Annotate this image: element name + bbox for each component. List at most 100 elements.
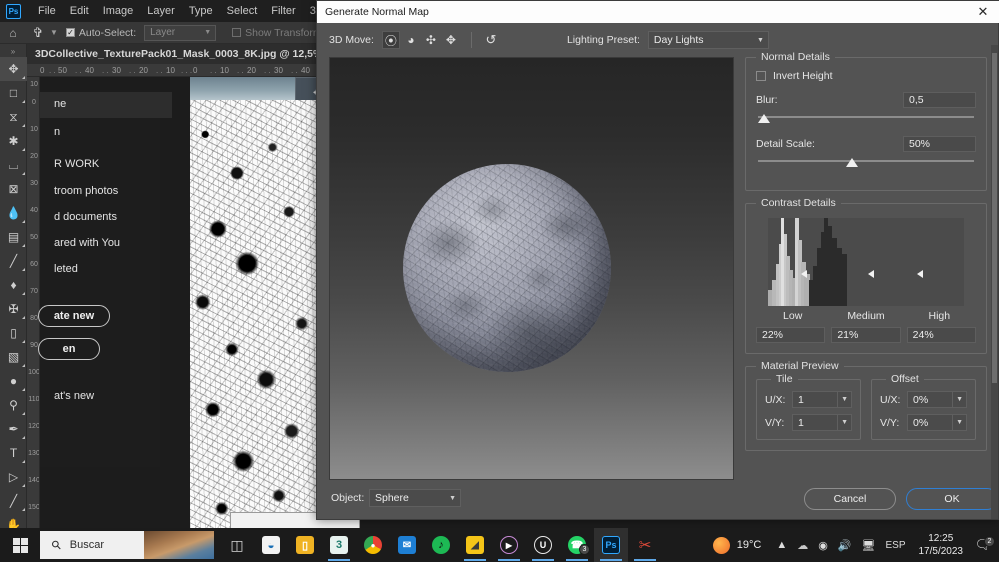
- ok-button[interactable]: OK: [906, 488, 998, 510]
- tool-gradient[interactable]: ▧: [0, 345, 27, 369]
- tool-eyedropper[interactable]: 💧: [0, 201, 27, 225]
- close-icon[interactable]: ✕: [966, 1, 999, 23]
- dialog-scrollbar-thumb[interactable]: [992, 53, 997, 383]
- layer-scope-select[interactable]: Layer ▼: [144, 25, 216, 41]
- normal-map-preview[interactable]: [329, 57, 734, 480]
- detail-scale-slider[interactable]: [756, 157, 976, 171]
- offset-ux-select[interactable]: 0% ▼: [907, 391, 967, 408]
- onedrive-icon[interactable]: ☁: [797, 539, 808, 552]
- notifications-button[interactable]: 🗨 2: [971, 537, 995, 553]
- notes-icon[interactable]: ◢: [458, 528, 492, 562]
- spotify-icon[interactable]: ♪: [424, 528, 458, 562]
- pan-3d-icon[interactable]: ✣: [422, 31, 440, 49]
- snipping-tool-icon[interactable]: ✂: [628, 528, 662, 562]
- home-item-6[interactable]: leted: [54, 263, 78, 275]
- home-item-7[interactable]: at's new: [54, 390, 94, 402]
- tool-eraser[interactable]: ▯: [0, 321, 27, 345]
- lighting-preset-select[interactable]: Day Lights ▼: [648, 31, 769, 49]
- show-transform-checkbox[interactable]: [232, 28, 241, 37]
- invert-height-row[interactable]: Invert Height: [756, 70, 976, 82]
- menu-item-filter[interactable]: Filter: [264, 0, 302, 22]
- tool-pen[interactable]: ✒: [0, 417, 27, 441]
- detail-scale-slider-thumb[interactable]: [846, 158, 858, 167]
- tool-blur[interactable]: ●: [0, 369, 27, 393]
- tool-type[interactable]: T: [0, 441, 27, 465]
- tool-brush[interactable]: ╱: [0, 249, 27, 273]
- offset-vy-select[interactable]: 0% ▼: [907, 414, 967, 431]
- menu-item-select[interactable]: Select: [220, 0, 265, 22]
- contrast-marker-medium[interactable]: [868, 270, 874, 278]
- chrome-icon[interactable]: ●: [356, 528, 390, 562]
- auto-select-checkbox[interactable]: ✓: [66, 28, 75, 37]
- menu-item-edit[interactable]: Edit: [63, 0, 96, 22]
- contrast-histogram[interactable]: [768, 218, 964, 306]
- blur-input[interactable]: 0,5: [903, 92, 976, 108]
- toolbar-collapse-icon[interactable]: »: [0, 46, 26, 57]
- task-view-icon[interactable]: ◫: [220, 528, 254, 562]
- tool-path-select[interactable]: ▷: [0, 465, 27, 489]
- slide-3d-icon[interactable]: ✥: [442, 31, 460, 49]
- object-select[interactable]: Sphere ▼: [369, 489, 461, 507]
- tile-vy-select[interactable]: 1 ▼: [792, 414, 852, 431]
- camera-icon[interactable]: ◉: [818, 539, 828, 552]
- home-item-1[interactable]: n: [54, 126, 60, 138]
- tool-dodge[interactable]: ⚲: [0, 393, 27, 417]
- create-new-button[interactable]: ate new: [38, 305, 110, 327]
- home-item-4[interactable]: d documents: [54, 211, 117, 223]
- language-indicator[interactable]: ESP: [885, 540, 905, 551]
- move-tool-icon[interactable]: ✞: [26, 25, 50, 41]
- tool-lasso[interactable]: ⧖: [0, 105, 27, 129]
- contrast-high-input[interactable]: 24%: [907, 327, 976, 343]
- reset-icon[interactable]: ↺: [481, 32, 501, 48]
- tool-clone-stamp[interactable]: ♦: [0, 273, 27, 297]
- orbit-3d-icon[interactable]: ⦿: [382, 31, 400, 49]
- contrast-marker-low[interactable]: [801, 270, 807, 278]
- home-item-0[interactable]: ne: [54, 98, 66, 110]
- menu-item-image[interactable]: Image: [96, 0, 141, 22]
- tool-shape[interactable]: ╱: [0, 489, 27, 513]
- tool-marquee[interactable]: □: [0, 81, 27, 105]
- home-icon[interactable]: ⌂: [0, 26, 26, 40]
- invert-height-checkbox[interactable]: [756, 71, 766, 81]
- roll-3d-icon[interactable]: ◕: [402, 31, 420, 49]
- chevron-up-icon[interactable]: ▲: [776, 539, 787, 551]
- tool-object-select[interactable]: ✱: [0, 129, 27, 153]
- whatsapp-icon[interactable]: ☎ 3: [560, 528, 594, 562]
- tool-crop[interactable]: ⌴: [0, 153, 27, 177]
- media-player-icon[interactable]: ▶: [492, 528, 526, 562]
- file-explorer-icon[interactable]: ▯: [288, 528, 322, 562]
- unreal-engine-icon[interactable]: U: [526, 528, 560, 562]
- tool-history-brush[interactable]: ✠: [0, 297, 27, 321]
- menu-item-type[interactable]: Type: [182, 0, 220, 22]
- home-item-5[interactable]: ared with You: [54, 237, 120, 249]
- menu-item-file[interactable]: File: [31, 0, 63, 22]
- tool-frame[interactable]: ⊠: [0, 177, 27, 201]
- cancel-button[interactable]: Cancel: [804, 488, 896, 510]
- contrast-medium-input[interactable]: 21%: [831, 327, 900, 343]
- network-icon[interactable]: 🖥: [862, 539, 876, 552]
- volume-icon[interactable]: 🔊: [838, 539, 852, 552]
- clock[interactable]: 12:25 17/5/2023: [919, 532, 964, 558]
- copilot-icon[interactable]: ◒: [254, 528, 288, 562]
- contrast-marker-high[interactable]: [917, 270, 923, 278]
- move-tool-chevron-icon[interactable]: ▼: [50, 28, 58, 37]
- weather-widget[interactable]: 19°C: [713, 537, 762, 554]
- contrast-low-input[interactable]: 22%: [756, 327, 825, 343]
- tool-move[interactable]: ✥: [0, 57, 27, 81]
- tile-ux-select[interactable]: 1 ▼: [792, 391, 852, 408]
- open-button[interactable]: en: [38, 338, 100, 360]
- menu-item-layer[interactable]: Layer: [140, 0, 182, 22]
- photoshop-icon[interactable]: Ps: [594, 528, 628, 562]
- 3ds-max-icon[interactable]: 3: [322, 528, 356, 562]
- weather-temperature: 19°C: [737, 539, 762, 551]
- blur-slider[interactable]: [756, 113, 976, 127]
- detail-scale-input[interactable]: 50%: [903, 136, 976, 152]
- search-input[interactable]: ⚲ Buscar: [40, 531, 214, 559]
- start-button[interactable]: [0, 528, 40, 562]
- dialog-scrollbar[interactable]: [991, 45, 998, 519]
- mail-icon[interactable]: ✉: [390, 528, 424, 562]
- home-item-3[interactable]: troom photos: [54, 185, 118, 197]
- blur-slider-thumb[interactable]: [758, 114, 770, 123]
- sphere-preview[interactable]: [403, 164, 611, 372]
- tool-healing-brush[interactable]: ▤: [0, 225, 27, 249]
